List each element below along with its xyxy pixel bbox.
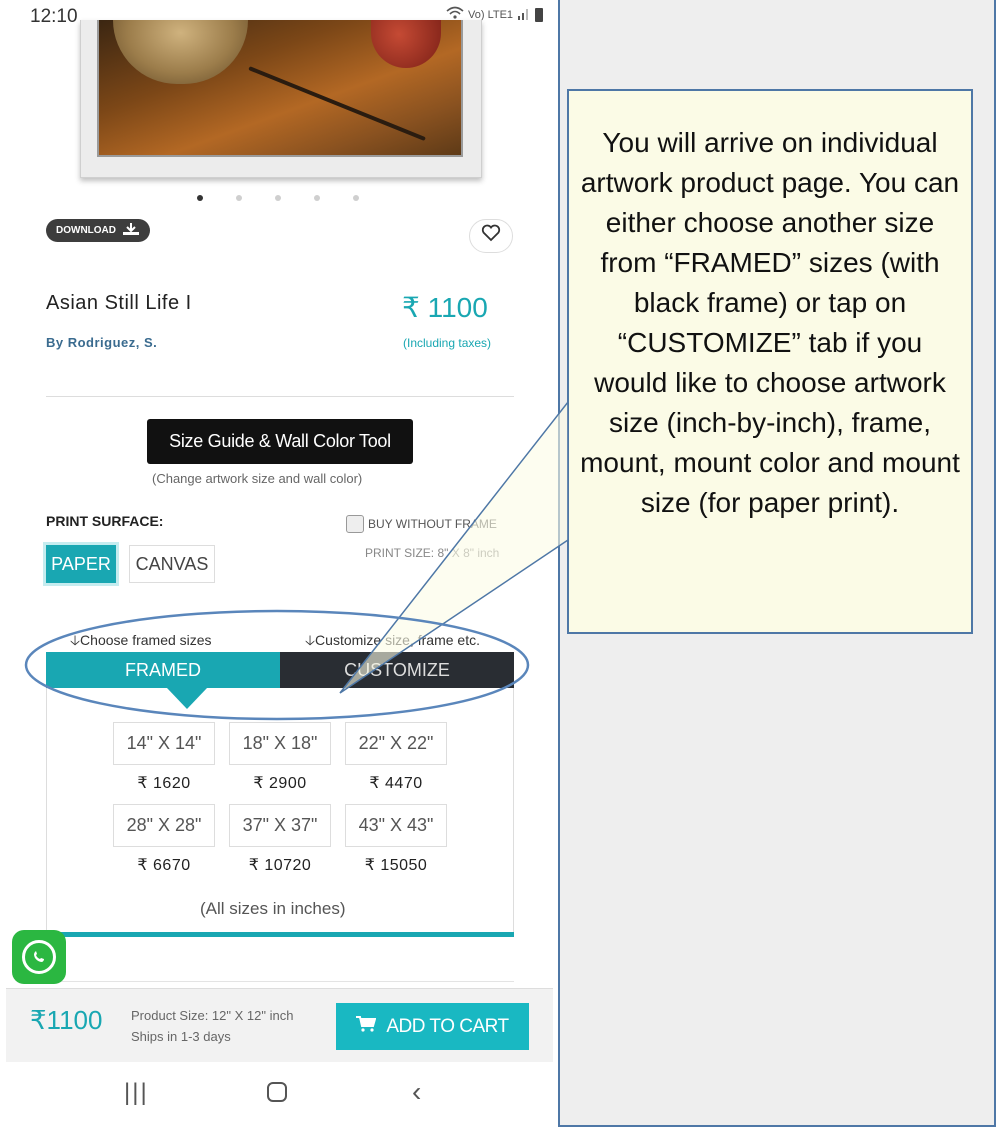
callout-text: You will arrive on individual artwork pr… xyxy=(580,127,960,518)
divider xyxy=(46,396,514,397)
carousel-dot[interactable] xyxy=(275,195,281,201)
price-note: (Including taxes) xyxy=(403,336,492,350)
annotation-callout: You will arrive on individual artwork pr… xyxy=(567,89,973,634)
tab-framed[interactable]: FRAMED xyxy=(46,652,280,688)
divider xyxy=(46,981,514,982)
panel-bottom-bar xyxy=(46,932,514,937)
print-size-label: PRINT SIZE: 8" X 8" inch xyxy=(365,546,500,560)
size-option[interactable]: 28" X 28" ₹ 6670 xyxy=(113,804,215,875)
product-price: ₹ 1100 xyxy=(402,292,488,323)
buy-without-frame-label: BUY WITHOUT FRAME xyxy=(368,517,497,531)
size-label[interactable]: 14" X 14" xyxy=(113,722,215,765)
size-label[interactable]: 37" X 37" xyxy=(229,804,331,847)
fruit-shape xyxy=(371,20,441,68)
size-guide-note: (Change artwork size and wall color) xyxy=(152,471,363,486)
size-price: ₹ 2900 xyxy=(253,775,307,792)
carousel-dot[interactable] xyxy=(314,195,320,201)
artwork-canvas xyxy=(97,20,463,157)
sizes-note: (All sizes in inches) xyxy=(200,899,346,918)
bottom-price: ₹1100 xyxy=(30,1005,103,1035)
download-label: DOWNLOAD xyxy=(56,225,116,236)
framed-hint: 🡣Choose framed sizes xyxy=(70,632,212,648)
artist-link[interactable]: By Rodriguez, S. xyxy=(46,335,157,350)
bowl-shape xyxy=(113,20,248,84)
signal-icon xyxy=(517,6,531,23)
product-size-text: Product Size: 12" X 12" inch xyxy=(131,1008,294,1023)
size-label[interactable]: 43" X 43" xyxy=(345,804,447,847)
carousel-dot[interactable] xyxy=(353,195,359,201)
status-time: 12:10 xyxy=(30,6,78,27)
download-button[interactable]: DOWNLOAD xyxy=(46,219,150,242)
buy-without-frame-option[interactable]: BUY WITHOUT FRAME xyxy=(346,515,497,533)
size-option[interactable]: 14" X 14" ₹ 1620 xyxy=(113,722,215,793)
size-price: ₹ 6670 xyxy=(137,857,191,874)
size-option[interactable]: 18" X 18" ₹ 2900 xyxy=(229,722,331,793)
size-price: ₹ 10720 xyxy=(248,857,312,874)
framed-sizes-panel: 14" X 14" ₹ 1620 18" X 18" ₹ 2900 22" X … xyxy=(46,688,514,934)
battery-icon xyxy=(535,7,544,22)
size-price: ₹ 15050 xyxy=(364,857,428,874)
size-option[interactable]: 22" X 22" ₹ 4470 xyxy=(345,722,447,793)
back-icon[interactable]: ‹ xyxy=(412,1076,421,1108)
size-option[interactable]: 43" X 43" ₹ 15050 xyxy=(345,804,447,875)
size-label[interactable]: 18" X 18" xyxy=(229,722,331,765)
size-price: ₹ 4470 xyxy=(369,775,423,792)
wishlist-button[interactable] xyxy=(469,219,513,253)
bottom-info: Product Size: 12" X 12" inch Ships in 1-… xyxy=(131,1005,293,1047)
size-guide-button[interactable]: Size Guide & Wall Color Tool xyxy=(147,419,413,464)
ships-text: Ships in 1-3 days xyxy=(131,1029,231,1044)
size-option[interactable]: 37" X 37" ₹ 10720 xyxy=(229,804,331,875)
size-price: ₹ 1620 xyxy=(137,775,191,792)
tab-customize[interactable]: CUSTOMIZE xyxy=(280,652,514,688)
spoon-shape xyxy=(248,66,426,142)
canvas-option[interactable]: CANVAS xyxy=(129,545,215,583)
customize-hint: 🡣Customize size, frame etc. xyxy=(305,632,480,648)
buy-without-frame-checkbox[interactable] xyxy=(346,515,364,533)
add-to-cart-button[interactable]: ADD TO CART xyxy=(336,1003,529,1050)
network-label: Vo) LTE1 xyxy=(468,8,514,21)
cart-icon xyxy=(356,1016,377,1037)
whatsapp-button[interactable] xyxy=(12,930,66,984)
download-icon xyxy=(122,223,140,238)
carousel-dot[interactable] xyxy=(197,195,203,201)
whatsapp-icon xyxy=(22,940,56,974)
size-label[interactable]: 22" X 22" xyxy=(345,722,447,765)
product-title: Asian Still Life I xyxy=(46,292,192,314)
home-icon[interactable] xyxy=(267,1082,287,1102)
paper-option[interactable]: PAPER xyxy=(46,545,116,583)
artwork-image[interactable] xyxy=(80,20,482,178)
recent-apps-icon[interactable]: ||| xyxy=(124,1079,149,1107)
carousel-dots[interactable] xyxy=(197,195,359,201)
size-label[interactable]: 28" X 28" xyxy=(113,804,215,847)
heart-icon xyxy=(481,224,501,248)
print-surface-label: PRINT SURFACE: xyxy=(46,513,164,529)
add-to-cart-label: ADD TO CART xyxy=(386,1015,509,1037)
carousel-dot[interactable] xyxy=(236,195,242,201)
